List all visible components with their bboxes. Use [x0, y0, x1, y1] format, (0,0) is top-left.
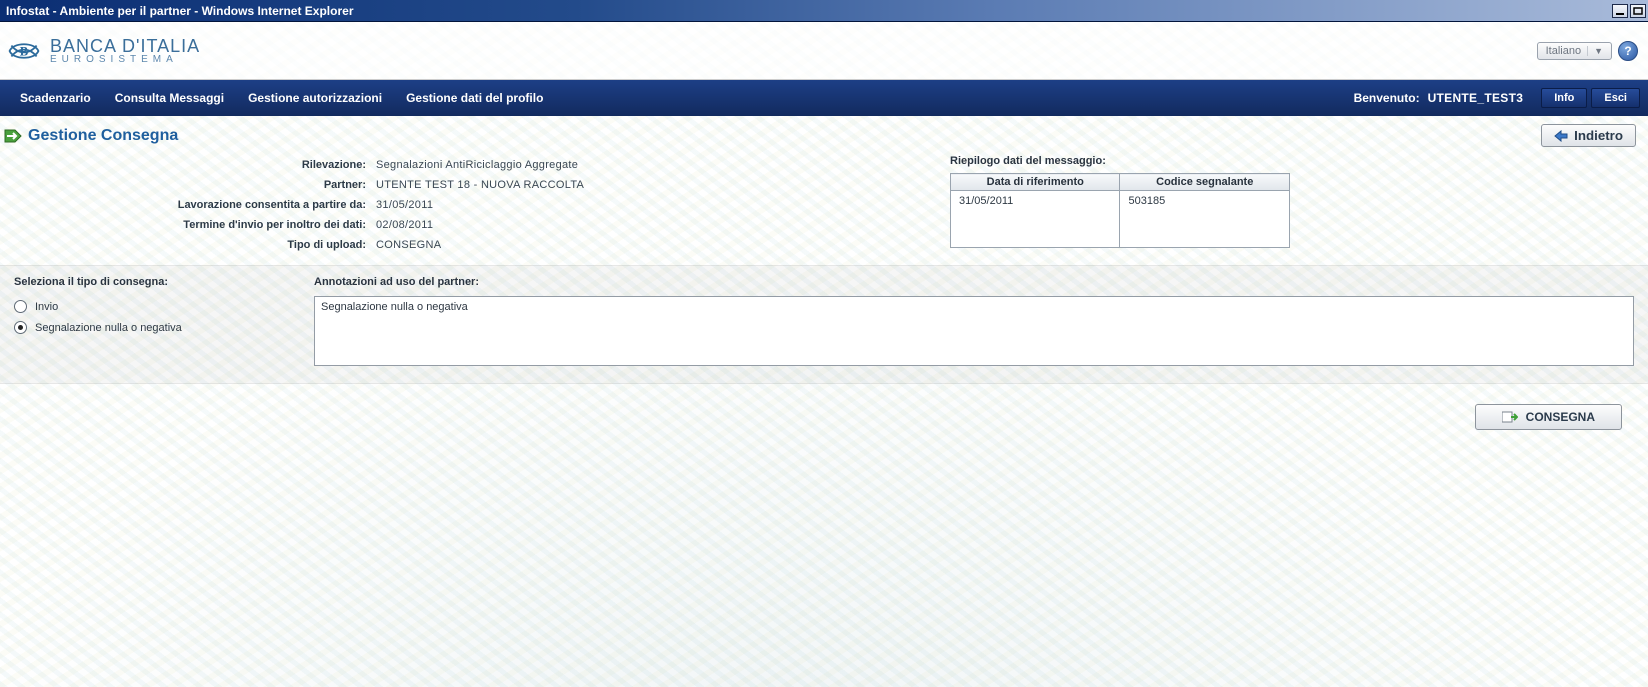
- meta-label: Termine d'invio per inoltro dei dati:: [20, 219, 376, 231]
- menu-gestione-autorizzazioni[interactable]: Gestione autorizzazioni: [236, 91, 394, 105]
- consegna-button[interactable]: CONSEGNA: [1475, 404, 1622, 430]
- brand-logo: B BANCA D'ITALIA EUROSISTEMA: [0, 29, 206, 73]
- meta-value: 02/08/2011: [376, 219, 433, 231]
- radio-icon: [14, 321, 27, 334]
- brand-mark-icon: B: [6, 33, 42, 69]
- meta-value: 31/05/2011: [376, 199, 433, 211]
- back-button-label: Indietro: [1574, 128, 1623, 143]
- language-selected: Italiano: [1546, 45, 1581, 57]
- chevron-down-icon: ▼: [1587, 46, 1603, 56]
- welcome-label: Benvenuto:: [1354, 91, 1428, 105]
- meta-label: Tipo di upload:: [20, 239, 376, 251]
- notes-textarea[interactable]: [314, 296, 1634, 366]
- menubar: Scadenzario Consulta Messaggi Gestione a…: [0, 80, 1648, 116]
- summary-col-header: Codice segnalante: [1120, 174, 1290, 191]
- window-max-btn[interactable]: [1630, 4, 1646, 18]
- svg-text:B: B: [20, 44, 29, 58]
- meta-value: CONSEGNA: [376, 239, 441, 251]
- meta-row: Partner:UTENTE TEST 18 - NUOVA RACCOLTA: [20, 175, 920, 195]
- send-icon: [1502, 411, 1518, 423]
- notes-column: Annotazioni ad uso del partner:: [314, 276, 1634, 369]
- window-min-btn[interactable]: [1612, 4, 1628, 18]
- delivery-type-label: Seleziona il tipo di consegna:: [14, 276, 274, 296]
- delivery-type-column: Seleziona il tipo di consegna: Invio Seg…: [14, 276, 274, 369]
- window-title-text: Infostat - Ambiente per il partner - Win…: [6, 4, 353, 18]
- summary-table: Data di riferimento Codice segnalante 31…: [950, 173, 1290, 248]
- summary-cell-date: 31/05/2011: [951, 191, 1120, 248]
- help-button[interactable]: ?: [1618, 41, 1638, 61]
- delivery-form-section: Seleziona il tipo di consegna: Invio Seg…: [0, 265, 1648, 384]
- meta-value: Segnalazioni AntiRiciclaggio Aggregate: [376, 159, 578, 171]
- brand-line2: EUROSISTEMA: [50, 55, 200, 65]
- page-title: Gestione Consegna: [28, 127, 178, 145]
- app-header: B BANCA D'ITALIA EUROSISTEMA Italiano ▼ …: [0, 22, 1648, 80]
- page-title-row: Gestione Consegna Indietro: [0, 116, 1648, 151]
- meta-row: Termine d'invio per inoltro dei dati:02/…: [20, 215, 920, 235]
- radio-segnalazione-nulla[interactable]: Segnalazione nulla o negativa: [14, 317, 274, 338]
- meta-label: Lavorazione consentita a partire da:: [20, 199, 376, 211]
- meta-label: Partner:: [20, 179, 376, 191]
- page-title-icon: [4, 129, 22, 143]
- exit-button[interactable]: Esci: [1591, 88, 1640, 108]
- maximize-icon: [1633, 7, 1643, 15]
- notes-label: Annotazioni ad uso del partner:: [314, 276, 1634, 296]
- summary-column: Riepilogo dati del messaggio: Data di ri…: [950, 155, 1290, 255]
- meta-column: Rilevazione:Segnalazioni AntiRiciclaggio…: [20, 155, 920, 255]
- action-row: CONSEGNA: [0, 384, 1648, 450]
- summary-col-header: Data di riferimento: [951, 174, 1120, 191]
- brand-line1: BANCA D'ITALIA: [50, 37, 200, 55]
- radio-icon: [14, 300, 27, 313]
- help-icon: ?: [1624, 44, 1631, 58]
- meta-row: Lavorazione consentita a partire da:31/0…: [20, 195, 920, 215]
- back-arrow-icon: [1554, 130, 1568, 142]
- details-section: Rilevazione:Segnalazioni AntiRiciclaggio…: [0, 151, 1648, 265]
- summary-title: Riepilogo dati del messaggio:: [950, 155, 1290, 173]
- minimize-icon: [1615, 7, 1625, 15]
- back-button[interactable]: Indietro: [1541, 124, 1636, 147]
- language-selector[interactable]: Italiano ▼: [1537, 42, 1612, 60]
- window-controls: [1612, 4, 1648, 18]
- consegna-button-label: CONSEGNA: [1526, 410, 1595, 424]
- menu-gestione-dati-profilo[interactable]: Gestione dati del profilo: [394, 91, 555, 105]
- info-button[interactable]: Info: [1541, 88, 1587, 108]
- window-titlebar: Infostat - Ambiente per il partner - Win…: [0, 0, 1648, 22]
- meta-row: Tipo di upload:CONSEGNA: [20, 235, 920, 255]
- table-row: 31/05/2011 503185: [951, 191, 1290, 248]
- menu-consulta-messaggi[interactable]: Consulta Messaggi: [103, 91, 236, 105]
- menu-scadenzario[interactable]: Scadenzario: [8, 91, 103, 105]
- radio-invio[interactable]: Invio: [14, 296, 274, 317]
- meta-row: Rilevazione:Segnalazioni AntiRiciclaggio…: [20, 155, 920, 175]
- summary-cell-code: 503185: [1120, 191, 1290, 248]
- brand-text: BANCA D'ITALIA EUROSISTEMA: [50, 37, 200, 65]
- meta-label: Rilevazione:: [20, 159, 376, 171]
- meta-value: UTENTE TEST 18 - NUOVA RACCOLTA: [376, 179, 584, 191]
- current-user: UTENTE_TEST3: [1428, 91, 1538, 105]
- radio-label: Invio: [35, 301, 58, 313]
- radio-label: Segnalazione nulla o negativa: [35, 322, 182, 334]
